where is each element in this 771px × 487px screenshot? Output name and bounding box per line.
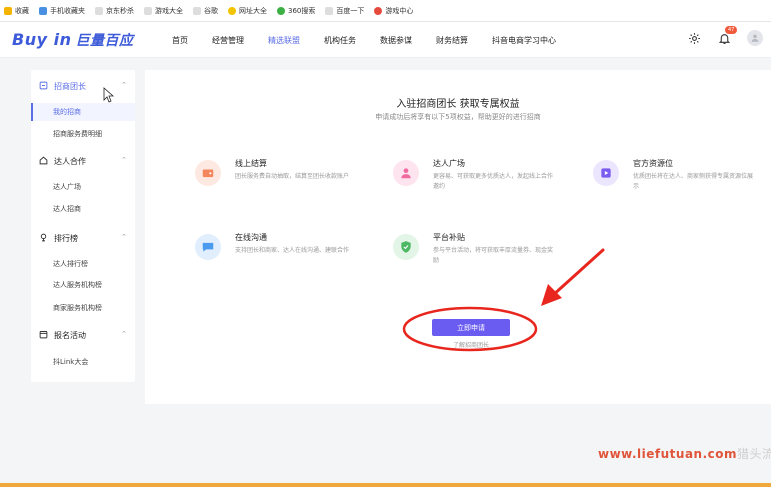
bottom-bar xyxy=(0,483,771,487)
nav-tasks[interactable]: 机构任务 xyxy=(324,35,356,46)
page-icon xyxy=(95,6,103,15)
main-menu: 首页 经营管理 精选联盟 机构任务 数据参谋 财务结算 抖音电商学习中心 xyxy=(172,22,580,58)
bookmark-jd[interactable]: 京东秒杀 xyxy=(95,6,134,16)
bookmark-baidu[interactable]: 百度一下 xyxy=(325,6,364,16)
sidebar-item-talent-agency-rank[interactable]: 达人服务机构榜 xyxy=(31,276,135,294)
sidebar-section-talent[interactable]: 达人合作 ⌃ xyxy=(31,151,135,171)
sidebar: 招商团长 ⌃ 我的招商 招商服务费明细 达人合作 ⌃ 达人广场 达人招商 排行榜… xyxy=(31,70,135,382)
sidebar-item-talent-rank[interactable]: 达人排行榜 xyxy=(31,255,135,273)
feature-platform-subsidy: 平台补贴 参与平台活动，将可获取丰厚流量券、现金奖励 xyxy=(393,232,553,272)
nav-business[interactable]: 经营管理 xyxy=(212,35,244,46)
page-icon xyxy=(325,6,334,15)
chevron-up-icon: ⌃ xyxy=(121,330,127,338)
sidebar-section-events[interactable]: 报名活动 ⌃ xyxy=(31,325,135,345)
nav-learning[interactable]: 抖音电商学习中心 xyxy=(492,35,556,46)
top-nav: Buy in 巨量百应 首页 经营管理 精选联盟 机构任务 数据参谋 财务结算 抖… xyxy=(0,22,771,58)
watermark: www.liefutuan.com猎头流量池 xyxy=(598,447,771,461)
trophy-icon xyxy=(39,233,49,244)
folder-icon xyxy=(39,6,47,15)
feature-talent-square: 达人广场 更容易、可获取更多优质达人，发起线上合作邀约 xyxy=(393,158,553,198)
sidebar-item-fee-detail[interactable]: 招商服务费明细 xyxy=(31,125,135,143)
bookmarks-bar: 收藏 手机收藏夹 京东秒杀 游戏大全 谷歌 网址大全 360搜索 百度一下 游戏… xyxy=(0,0,771,22)
bookmark-google[interactable]: 谷歌 xyxy=(193,6,218,16)
page-icon xyxy=(193,6,201,15)
page-icon xyxy=(144,6,152,15)
chevron-up-icon: ⌃ xyxy=(121,156,127,164)
bookmark-mobile[interactable]: 手机收藏夹 xyxy=(39,6,85,16)
calendar-icon xyxy=(39,330,49,341)
gamepad-icon xyxy=(374,6,383,15)
shield-icon xyxy=(393,234,419,260)
user-icon xyxy=(393,160,419,186)
avatar[interactable] xyxy=(747,30,763,46)
chat-icon xyxy=(195,234,221,260)
nav-right: 47 xyxy=(687,26,763,46)
sidebar-item-my-recruit[interactable]: 我的招商 xyxy=(31,103,135,121)
sidebar-item-link-conference[interactable]: 抖Link大会 xyxy=(31,353,135,371)
chevron-up-icon: ⌃ xyxy=(121,233,127,241)
gear-icon[interactable] xyxy=(687,31,701,45)
learn-more-link[interactable]: 了解招商团长 xyxy=(432,340,510,349)
feature-online-chat: 在线沟通 支持团长和商家、达人在线沟通、建联合作 xyxy=(195,232,355,272)
feature-online-settlement: 线上结算 团长服务费自动抽取，结算至团长收款账户 xyxy=(195,158,355,198)
sidebar-item-merchant-agency-rank[interactable]: 商家服务机构榜 xyxy=(31,299,135,317)
notification-badge: 47 xyxy=(725,26,738,34)
play-icon xyxy=(593,160,619,186)
bookmark-game-center[interactable]: 游戏中心 xyxy=(374,6,413,16)
bookmark-360[interactable]: 360搜索 xyxy=(277,6,315,16)
main-panel: 入驻招商团长 获取专属权益 申请成功后将享有以下5项权益，帮助更好的进行招商 线… xyxy=(145,70,771,404)
sidebar-section-ranking[interactable]: 排行榜 ⌃ xyxy=(31,228,135,248)
chevron-up-icon: ⌃ xyxy=(121,81,127,89)
star-icon xyxy=(4,6,12,15)
nav-data[interactable]: 数据参谋 xyxy=(380,35,412,46)
user-icon xyxy=(751,34,759,42)
sidebar-section-recruit[interactable]: 招商团长 ⌃ xyxy=(31,76,135,96)
sidebar-item-talent-square[interactable]: 达人广场 xyxy=(31,178,135,196)
logo[interactable]: Buy in 巨量百应 xyxy=(12,30,133,50)
bookmark-hao[interactable]: 网址大全 xyxy=(228,6,267,16)
nav-finance[interactable]: 财务结算 xyxy=(436,35,468,46)
bookmark-favorites[interactable]: 收藏 xyxy=(4,6,29,16)
apply-button[interactable]: 立即申请 xyxy=(432,319,510,336)
search-icon xyxy=(277,6,285,15)
nav-home[interactable]: 首页 xyxy=(172,35,188,46)
sidebar-item-talent-recruit[interactable]: 达人招商 xyxy=(31,200,135,218)
globe-icon xyxy=(228,6,236,15)
home-icon xyxy=(39,155,49,167)
page-title: 入驻招商团长 获取专属权益 xyxy=(396,99,520,110)
wallet-icon xyxy=(195,160,221,186)
feature-official-resource: 官方资源位 优质团长将在达人、商家侧获得专属资源位展示 xyxy=(593,158,753,198)
page-subtitle: 申请成功后将享有以下5项权益，帮助更好的进行招商 xyxy=(375,113,541,121)
bookmark-games[interactable]: 游戏大全 xyxy=(144,6,183,16)
nav-alliance[interactable]: 精选联盟 xyxy=(268,35,300,46)
flag-icon xyxy=(39,81,49,92)
bell-icon[interactable]: 47 xyxy=(717,26,738,45)
